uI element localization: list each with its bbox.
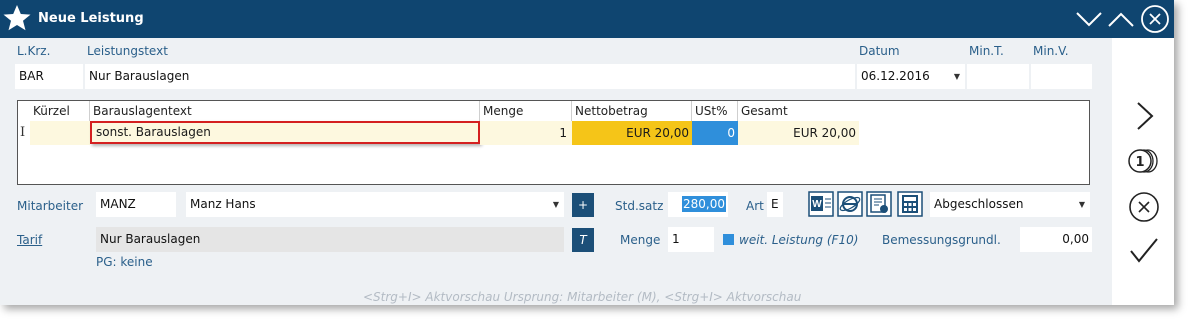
document-settings-icon[interactable] bbox=[866, 191, 892, 217]
dropdown-arrow-icon[interactable]: ▼ bbox=[548, 192, 564, 217]
cell-barauslagentext[interactable]: sonst. Barauslagen bbox=[90, 121, 480, 144]
action-sidebar: 1 bbox=[1112, 38, 1174, 305]
add-mitarbeiter-button[interactable]: + bbox=[572, 193, 594, 217]
weit-leistung-label[interactable]: weit. Leistung (F10) bbox=[739, 233, 858, 247]
chevron-up-icon[interactable] bbox=[1106, 4, 1136, 34]
cell-gesamt[interactable]: EUR 20,00 bbox=[738, 121, 859, 145]
stdsatz-input[interactable]: 280,00 bbox=[668, 192, 728, 217]
cell-nettobetrag[interactable]: EUR 20,00 bbox=[572, 121, 692, 145]
dropdown-arrow-icon[interactable]: ▼ bbox=[1074, 192, 1090, 217]
bemessung-label: Bemessungsgrundl. bbox=[882, 233, 1001, 247]
chevron-down-icon[interactable] bbox=[1074, 4, 1104, 34]
lkrz-input[interactable]: BAR bbox=[15, 64, 83, 89]
datum-label: Datum bbox=[859, 44, 900, 58]
art-label: Art bbox=[746, 199, 764, 213]
close-icon[interactable] bbox=[1140, 4, 1170, 34]
column-header-nettobetrag[interactable]: Nettobetrag bbox=[572, 101, 692, 121]
svg-text:1: 1 bbox=[1135, 155, 1144, 170]
tarif-label[interactable]: Tarif bbox=[17, 233, 42, 247]
column-header-gesamt[interactable]: Gesamt bbox=[738, 101, 859, 121]
tarif-button[interactable]: T bbox=[572, 228, 594, 252]
weit-leistung-checkbox[interactable] bbox=[723, 234, 734, 245]
tarif-input[interactable]: Nur Barauslagen bbox=[96, 227, 564, 252]
datum-value: 06.12.2016 bbox=[861, 69, 930, 83]
mint-input[interactable] bbox=[967, 64, 1029, 89]
coins-icon[interactable]: 1 bbox=[1128, 145, 1160, 177]
pg-text: PG: keine bbox=[96, 255, 153, 269]
dialog-window: Neue Leistung L.Krz. Leistungstext Datum… bbox=[0, 0, 1174, 305]
status-value: Abgeschlossen bbox=[934, 197, 1024, 211]
barauslagen-table: Kürzel Barauslagentext Menge Nettobetrag… bbox=[17, 100, 1090, 185]
internet-explorer-icon[interactable] bbox=[837, 191, 863, 217]
mitarbeiter-label: Mitarbeiter bbox=[17, 199, 84, 213]
form-area: L.Krz. Leistungstext Datum Min.T. Min.V.… bbox=[0, 38, 1112, 305]
title-bar: Neue Leistung bbox=[0, 0, 1174, 38]
mitarbeiter-name-value: Manz Hans bbox=[190, 197, 256, 211]
datum-dropdown[interactable]: 06.12.2016 ▼ bbox=[857, 64, 965, 89]
column-header-menge[interactable]: Menge bbox=[480, 101, 572, 121]
leistungstext-label: Leistungstext bbox=[87, 44, 168, 58]
checkmark-icon[interactable] bbox=[1128, 234, 1160, 266]
bemessung-input[interactable]: 0,00 bbox=[1020, 227, 1092, 252]
word-icon[interactable]: W bbox=[808, 191, 834, 217]
column-header-barauslagentext[interactable]: Barauslagentext bbox=[90, 101, 480, 121]
cancel-icon[interactable] bbox=[1128, 191, 1160, 223]
column-header-ust[interactable]: USt% bbox=[692, 101, 738, 121]
mint-label: Min.T. bbox=[969, 44, 1004, 58]
stdsatz-value: 280,00 bbox=[682, 196, 726, 212]
mitarbeiter-code-input[interactable]: MANZ bbox=[96, 192, 176, 217]
leistungstext-input[interactable]: Nur Barauslagen bbox=[85, 64, 855, 89]
status-hint: <Strg+I> Aktvorschau Ursprung: Mitarbeit… bbox=[363, 290, 802, 304]
cell-kuerzel[interactable] bbox=[30, 121, 90, 145]
star-icon bbox=[3, 5, 31, 31]
stdsatz-label: Std.satz bbox=[615, 199, 664, 213]
window-title: Neue Leistung bbox=[38, 11, 144, 26]
minv-label: Min.V. bbox=[1033, 44, 1069, 58]
menge-input[interactable]: 1 bbox=[668, 227, 714, 252]
cell-menge[interactable]: 1 bbox=[480, 121, 572, 145]
lkrz-label: L.Krz. bbox=[17, 44, 51, 58]
column-header-kuerzel[interactable]: Kürzel bbox=[30, 101, 90, 121]
minv-input[interactable] bbox=[1031, 64, 1092, 89]
calculator-icon[interactable] bbox=[897, 191, 923, 217]
svg-text:W: W bbox=[812, 199, 822, 210]
cell-ust[interactable]: 0 bbox=[692, 121, 738, 145]
status-dropdown[interactable]: Abgeschlossen ▼ bbox=[930, 192, 1090, 217]
mitarbeiter-name-dropdown[interactable]: Manz Hans ▼ bbox=[186, 192, 564, 217]
dropdown-arrow-icon[interactable]: ▼ bbox=[949, 64, 965, 89]
art-input[interactable]: E bbox=[767, 192, 783, 217]
menge-label: Menge bbox=[620, 233, 661, 247]
row-cursor-icon: I bbox=[20, 125, 26, 140]
chevron-right-icon[interactable] bbox=[1128, 100, 1160, 132]
